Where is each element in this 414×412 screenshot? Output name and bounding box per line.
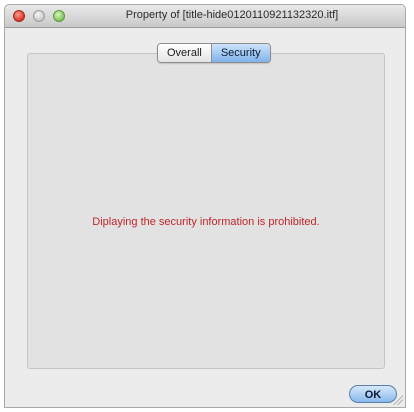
window-title: Property of [title-hide0120110921132320.… <box>125 9 339 21</box>
ok-button[interactable]: OK <box>349 385 397 403</box>
tab-security[interactable]: Security <box>210 44 270 62</box>
security-panel: Diplaying the security information is pr… <box>27 53 385 369</box>
tab-overall[interactable]: Overall <box>158 44 211 62</box>
tab-bar: Overall Security <box>157 43 271 63</box>
minimize-window-icon[interactable] <box>33 10 45 22</box>
close-window-icon[interactable] <box>13 10 25 22</box>
zoom-window-icon[interactable] <box>53 10 65 22</box>
resize-grip-icon[interactable] <box>393 395 403 405</box>
property-window: Property of [title-hide0120110921132320.… <box>4 4 406 408</box>
prohibited-message: Diplaying the security information is pr… <box>92 216 320 228</box>
title-bar[interactable]: Property of [title-hide0120110921132320.… <box>5 5 405 28</box>
